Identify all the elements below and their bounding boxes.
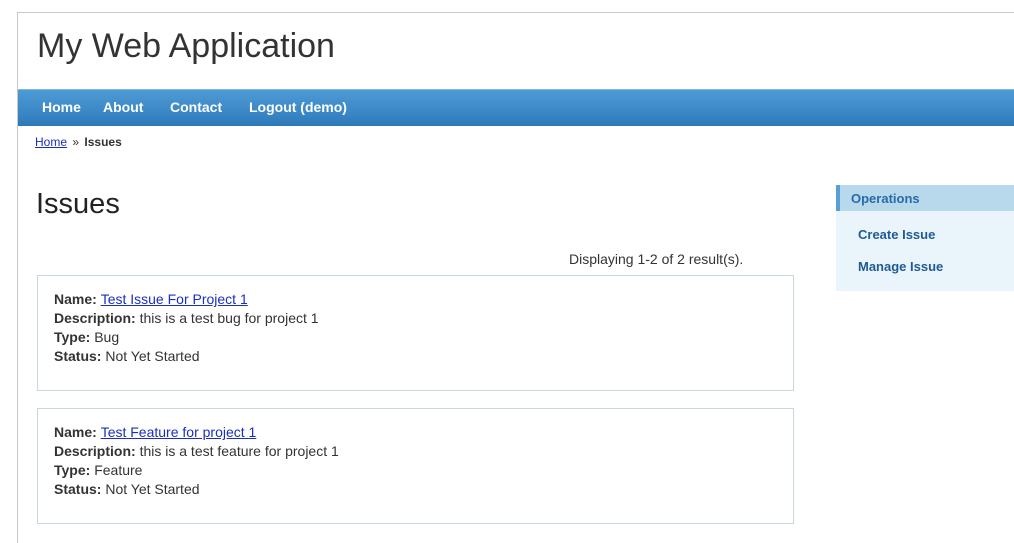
status-label: Status: [54,348,106,364]
issue-description: this is a test feature for project 1 [139,443,339,459]
menu-item-logout[interactable]: Logout (demo) [249,99,347,115]
issue-type-row: Type: Bug [54,328,777,347]
issue-type: Bug [94,329,120,345]
menu-item-contact[interactable]: Contact [170,99,222,115]
menu-item-about[interactable]: About [103,99,143,115]
page-frame: My Web Application Home About Contact Lo… [17,12,1014,543]
page-title: Issues [36,188,120,220]
create-issue-link[interactable]: Create Issue [858,227,935,242]
breadcrumb-home-link[interactable]: Home [35,135,67,149]
issue-status-row: Status: Not Yet Started [54,347,777,366]
results-summary: Displaying 1-2 of 2 result(s). [569,251,744,267]
issue-type-row: Type: Feature [54,461,777,480]
breadcrumb-current: Issues [84,135,122,149]
app-title: My Web Application [37,27,335,65]
issue-name-row: Name: Test Issue For Project 1 [54,290,777,309]
description-label: Description: [54,443,140,459]
issue-status-row: Status: Not Yet Started [54,480,777,499]
manage-issue-link[interactable]: Manage Issue [858,259,943,274]
breadcrumb: Home » Issues [35,135,122,149]
main-menu: Home About Contact Logout (demo) [18,89,1014,126]
description-label: Description: [54,310,140,326]
issue-name-link[interactable]: Test Issue For Project 1 [101,291,248,307]
issue-status: Not Yet Started [105,348,200,364]
type-label: Type: [54,329,95,345]
issue-name-link[interactable]: Test Feature for project 1 [101,424,257,440]
issue-type: Feature [94,462,143,478]
type-label: Type: [54,462,95,478]
issue-description-row: Description: this is a test feature for … [54,442,777,461]
issue-name-row: Name: Test Feature for project 1 [54,423,777,442]
sidebar-title: Operations [836,185,1014,211]
issue-card: Name: Test Feature for project 1 Descrip… [37,408,794,524]
issue-status: Not Yet Started [105,481,200,497]
name-label: Name: [54,291,101,307]
breadcrumb-separator: » [72,135,80,149]
issue-description-row: Description: this is a test bug for proj… [54,309,777,328]
name-label: Name: [54,424,101,440]
issue-description: this is a test bug for project 1 [139,310,319,326]
operations-sidebar: Operations Create Issue Manage Issue [836,185,1014,291]
menu-item-home[interactable]: Home [42,99,81,115]
status-label: Status: [54,481,106,497]
issue-card: Name: Test Issue For Project 1 Descripti… [37,275,794,391]
